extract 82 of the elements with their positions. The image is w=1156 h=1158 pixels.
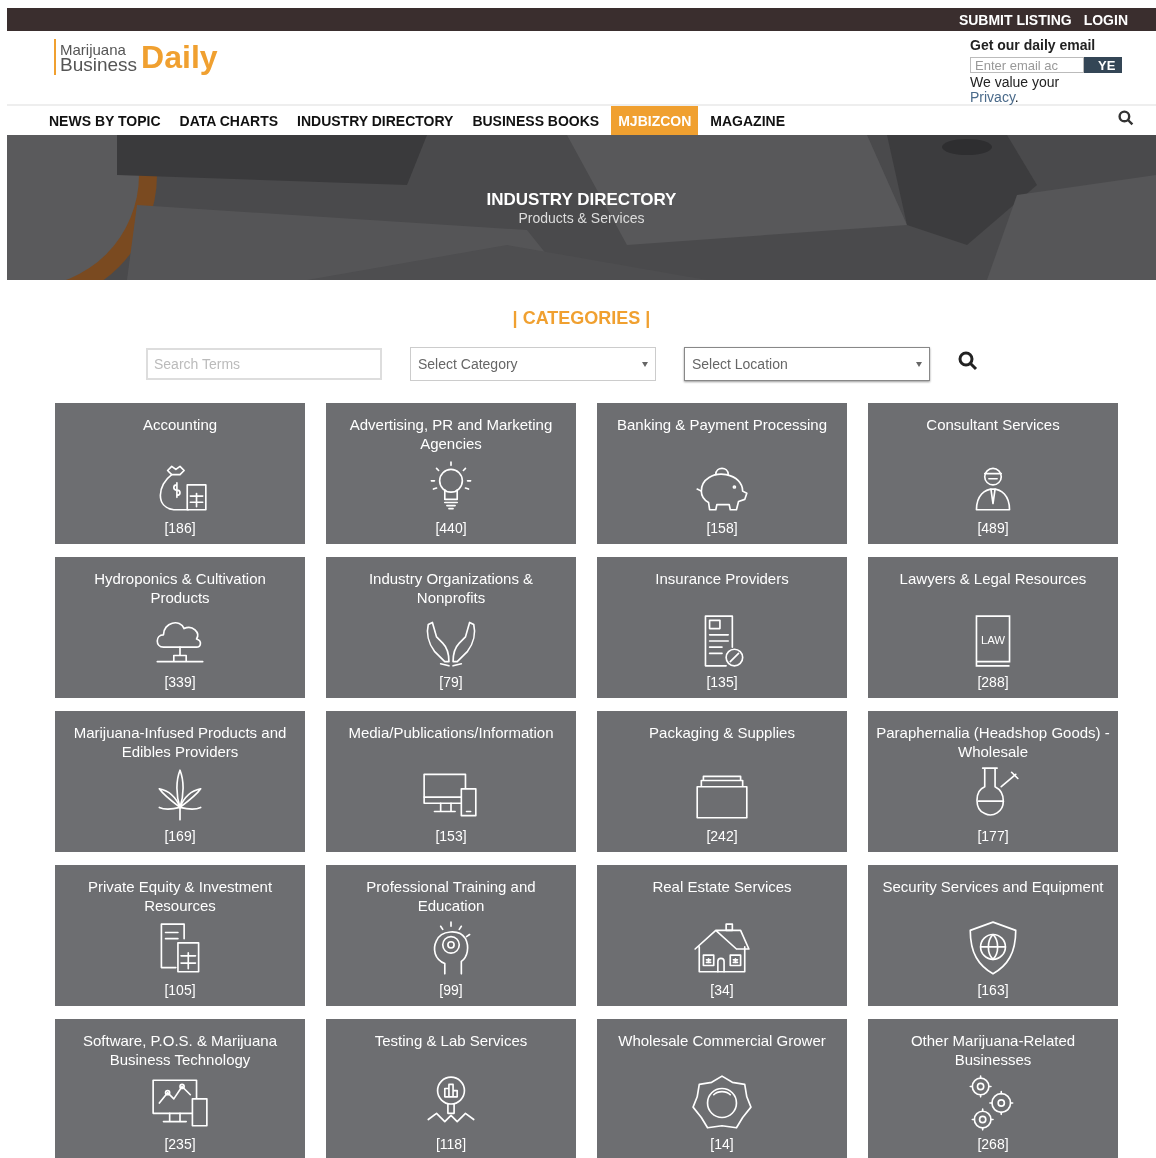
category-count: [135] bbox=[706, 674, 738, 690]
category-title: Packaging & Supplies bbox=[649, 723, 795, 742]
category-card[interactable]: Media/Publications/Information [153] bbox=[326, 711, 576, 852]
nav-item[interactable]: NEWS BY TOPIC bbox=[42, 106, 168, 135]
category-title: Consultant Services bbox=[926, 415, 1060, 434]
category-card[interactable]: Marijuana-Infused Products and Edibles Providers [169] bbox=[55, 711, 305, 852]
category-count: [99] bbox=[439, 982, 463, 998]
category-count: [242] bbox=[706, 828, 738, 844]
privacy-note: We value your Privacy. bbox=[970, 75, 1061, 105]
category-card[interactable]: Banking & Payment Processing [158] bbox=[597, 403, 847, 544]
nav-item[interactable]: MAGAZINE bbox=[703, 106, 792, 135]
category-title: Software, P.O.S. & Marijuana Business Technology bbox=[82, 1031, 278, 1069]
category-card[interactable]: Accounting [186] bbox=[55, 403, 305, 544]
search-icon[interactable] bbox=[1118, 110, 1134, 126]
top-link[interactable]: LOGIN bbox=[1083, 11, 1128, 28]
category-title: Hydroponics & Cultivation Products bbox=[93, 569, 267, 607]
category-card[interactable]: Insurance Providers [135] bbox=[597, 557, 847, 698]
category-title: Testing & Lab Services bbox=[374, 1031, 528, 1050]
category-title: Marijuana-Infused Products and Edibles Providers bbox=[72, 723, 288, 761]
category-count: [118] bbox=[435, 1136, 467, 1152]
category-card[interactable]: Hydroponics & Cultivation Products [339] bbox=[55, 557, 305, 698]
category-title: Accounting bbox=[142, 415, 218, 434]
category-title: Lawyers & Legal Resources bbox=[899, 569, 1087, 588]
category-count: [339] bbox=[164, 674, 196, 690]
category-title: Professional Training and Education bbox=[365, 877, 537, 915]
category-count: [79] bbox=[439, 674, 463, 690]
category-title: Banking & Payment Processing bbox=[616, 415, 828, 434]
email-field[interactable]: Enter email ac bbox=[970, 57, 1084, 73]
category-card[interactable]: Real Estate Services [34] bbox=[597, 865, 847, 1006]
category-title: Real Estate Services bbox=[652, 877, 792, 896]
newsletter-title: Get our daily email bbox=[970, 37, 1097, 53]
category-count: [14] bbox=[710, 1136, 734, 1152]
category-card[interactable]: Industry Organizations & Nonprofits [79] bbox=[326, 557, 576, 698]
category-title: Other Marijuana-Related Businesses bbox=[909, 1031, 1077, 1069]
location-select[interactable]: Select Location bbox=[684, 347, 930, 381]
category-count: [177] bbox=[977, 828, 1009, 844]
category-title: Paraphernalia (Headshop Goods) - Wholesale bbox=[876, 723, 1110, 761]
category-card[interactable]: Packaging & Supplies [242] bbox=[597, 711, 847, 852]
category-title: Wholesale Commercial Grower bbox=[618, 1031, 826, 1050]
top-link[interactable]: SUBMIT LISTING bbox=[958, 11, 1072, 28]
category-count: [153] bbox=[435, 828, 467, 844]
category-card[interactable]: Lawyers & Legal Resources LAW [288] bbox=[868, 557, 1118, 698]
privacy-link[interactable]: Privacy bbox=[970, 89, 1015, 105]
category-card[interactable]: Private Equity & Investment Resources [105] bbox=[55, 865, 305, 1006]
category-card[interactable]: Testing & Lab Services [118] bbox=[326, 1019, 576, 1158]
category-card[interactable]: Security Services and Equipment [163] bbox=[868, 865, 1118, 1006]
category-count: [268] bbox=[977, 1136, 1009, 1152]
category-count: [163] bbox=[977, 982, 1009, 998]
category-count: [288] bbox=[977, 674, 1009, 690]
search-field[interactable]: Search Terms bbox=[146, 348, 382, 380]
category-card[interactable]: Professional Training and Education [99] bbox=[326, 865, 576, 1006]
page-title: INDUSTRY DIRECTORY bbox=[486, 189, 677, 210]
category-title: Advertising, PR and Marketing Agencies bbox=[348, 415, 554, 453]
caret-icon bbox=[916, 361, 922, 367]
category-count: [440] bbox=[435, 520, 467, 536]
category-card[interactable]: Paraphernalia (Headshop Goods) - Wholesale [177] bbox=[868, 711, 1118, 852]
category-count: [34] bbox=[710, 982, 734, 998]
category-card[interactable]: Wholesale Commercial Grower [14] bbox=[597, 1019, 847, 1158]
category-title: Industry Organizations & Nonprofits bbox=[367, 569, 535, 607]
category-count: [235] bbox=[164, 1136, 196, 1152]
category-select[interactable]: Select Category bbox=[410, 347, 656, 381]
category-count: [489] bbox=[977, 520, 1009, 536]
nav-item[interactable]: DATA CHARTS bbox=[172, 106, 286, 135]
nav-item[interactable]: INDUSTRY DIRECTORY bbox=[290, 106, 461, 135]
category-title: Media/Publications/Information bbox=[348, 723, 554, 742]
category-card[interactable]: Advertising, PR and Marketing Agencies [440] bbox=[326, 403, 576, 544]
category-title: Private Equity & Investment Resources bbox=[86, 877, 274, 915]
category-title: Security Services and Equipment bbox=[882, 877, 1104, 896]
section-title: | CATEGORIES | bbox=[512, 308, 651, 329]
category-card[interactable]: Software, P.O.S. & Marijuana Business Technology [235] bbox=[55, 1019, 305, 1158]
category-count: [105] bbox=[164, 982, 196, 998]
category-count: [169] bbox=[164, 828, 196, 844]
search-icon[interactable] bbox=[958, 351, 978, 371]
nav-item[interactable]: BUSINESS BOOKS bbox=[465, 106, 607, 135]
subscribe-button[interactable]: YE bbox=[1084, 57, 1122, 73]
category-count: [186] bbox=[164, 520, 196, 536]
category-card[interactable]: Consultant Services [489] bbox=[868, 403, 1118, 544]
caret-icon bbox=[642, 361, 648, 367]
page-subtitle: Products & Services bbox=[518, 209, 645, 226]
category-count: [158] bbox=[706, 520, 738, 536]
category-title: Insurance Providers bbox=[655, 569, 789, 588]
category-card[interactable]: Other Marijuana-Related Businesses [268] bbox=[868, 1019, 1118, 1158]
